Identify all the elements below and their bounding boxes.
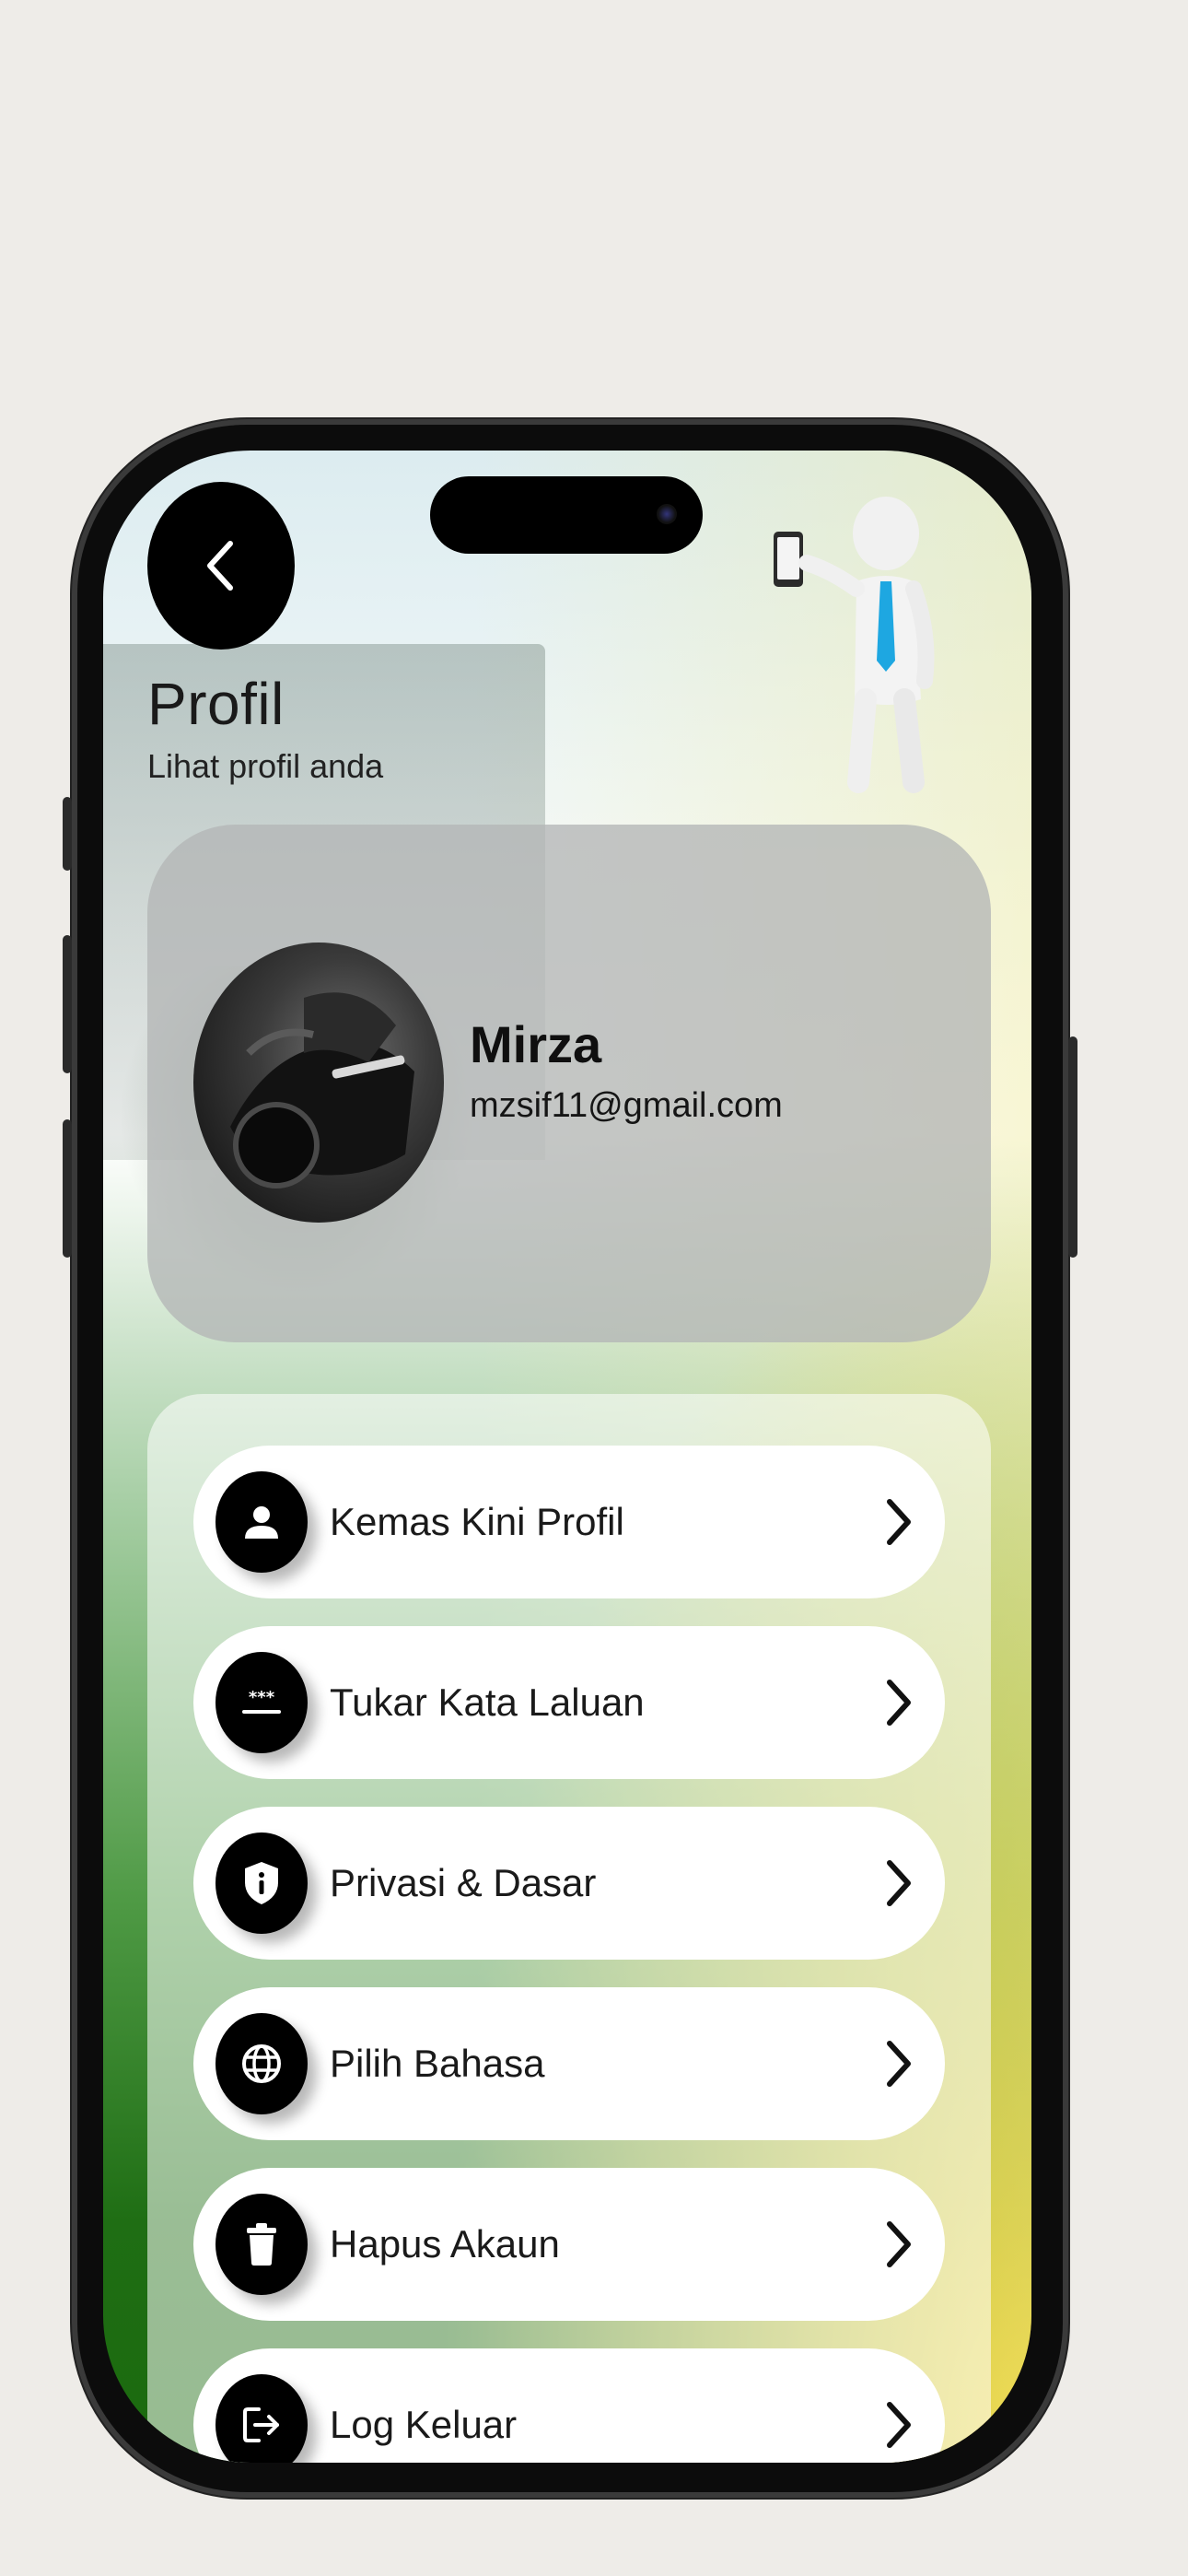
logout-icon [215, 2374, 308, 2463]
profile-name: Mirza [470, 1015, 602, 1073]
phone-illustration [774, 532, 803, 587]
mascot-illustration [774, 497, 935, 793]
globe-icon [215, 2013, 308, 2114]
chevron-left-icon [207, 541, 233, 591]
chevron-right-icon [887, 2221, 911, 2267]
menu-item-label: Tukar Kata Laluan [330, 1680, 645, 1724]
shield-info-icon [215, 1832, 308, 1934]
avatar[interactable] [193, 943, 444, 1223]
front-camera [657, 504, 677, 524]
menu-item-select-language[interactable]: Pilih Bahasa [193, 1987, 945, 2140]
page-subtitle: Lihat profil anda [147, 747, 384, 785]
menu-item-label: Hapus Akaun [330, 2222, 560, 2266]
volume-down-button [63, 1119, 72, 1258]
menu-item-label: Pilih Bahasa [330, 2042, 545, 2085]
power-button [1068, 1036, 1077, 1258]
menu-item-privacy-policy[interactable]: Privasi & Dasar [193, 1807, 945, 1960]
phone-frame: Profil Lihat profil anda Mirza mzsif11@g… [63, 419, 1077, 2498]
chevron-right-icon [887, 2041, 911, 2087]
settings-menu: Kemas Kini Profil *** Tukar Kata Laluan [147, 1394, 991, 2463]
menu-item-change-password[interactable]: *** Tukar Kata Laluan [193, 1626, 945, 1779]
chevron-right-icon [887, 2402, 911, 2448]
mute-switch [63, 797, 72, 871]
trash-icon [215, 2194, 308, 2295]
app-screen: Profil Lihat profil anda Mirza mzsif11@g… [103, 451, 1031, 2463]
menu-item-label: Privasi & Dasar [330, 1861, 597, 1904]
motorcycle-photo [230, 992, 414, 1188]
svg-text:***: *** [249, 1688, 275, 1707]
page-title: Profil [147, 671, 285, 737]
volume-up-button [63, 935, 72, 1073]
chevron-right-icon [887, 1860, 911, 1906]
chevron-right-icon [887, 1680, 911, 1726]
profile-email: mzsif11@gmail.com [470, 1086, 783, 1125]
menu-item-logout[interactable]: Log Keluar [193, 2348, 945, 2463]
menu-item-label: Kemas Kini Profil [330, 1500, 624, 1543]
profile-card: Mirza mzsif11@gmail.com [147, 825, 991, 1342]
menu-item-update-profile[interactable]: Kemas Kini Profil [193, 1446, 945, 1598]
password-icon: *** [215, 1652, 308, 1753]
menu-item-label: Log Keluar [330, 2403, 518, 2446]
dynamic-island [430, 476, 703, 554]
chevron-right-icon [887, 1499, 911, 1545]
person-icon [215, 1471, 308, 1573]
back-button[interactable] [147, 482, 295, 650]
menu-item-delete-account[interactable]: Hapus Akaun [193, 2168, 945, 2321]
